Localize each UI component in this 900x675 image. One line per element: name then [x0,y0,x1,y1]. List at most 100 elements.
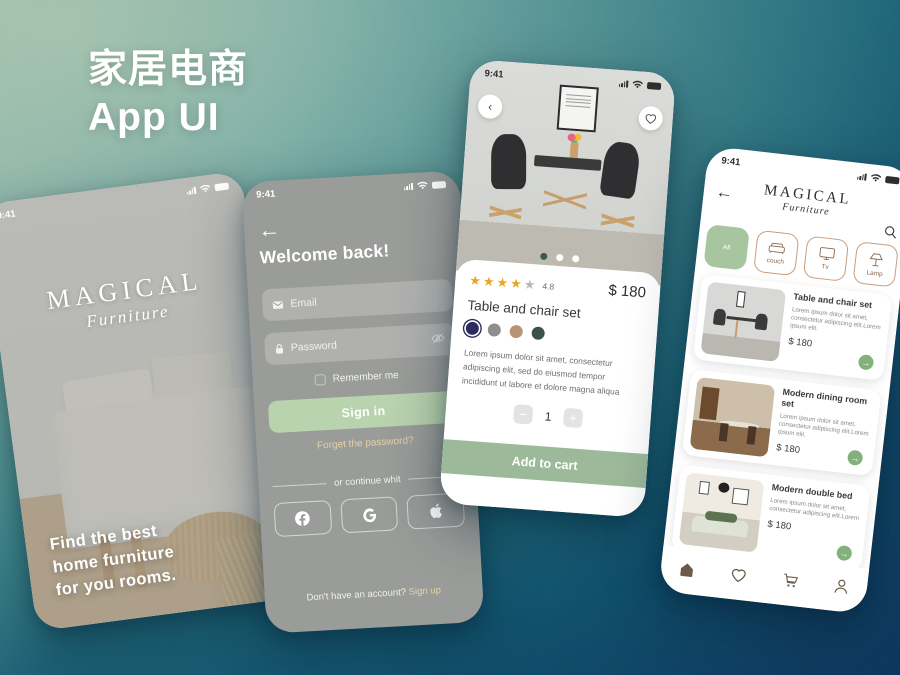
product-price: $ 180 [766,518,792,533]
brand-logo: MAGICAL Furniture [702,176,900,227]
product-info: Modern double bed Lorem ipsum dolor sit … [756,481,863,564]
product-info: Modern dining room set Lorem ipsum dolor… [767,386,874,469]
battery-icon [214,181,230,191]
chair-right [599,140,642,200]
status-bar-time: 9:41 [484,67,504,80]
arrow-right-icon[interactable]: → [857,354,875,371]
carousel-dot-2[interactable] [556,253,564,262]
star-4-icon: ★ [509,275,523,291]
chair-right-legs [599,192,637,250]
category-chip-tv[interactable]: Tv [802,235,850,282]
remember-me-checkbox[interactable] [314,374,326,386]
couch-icon [768,242,785,254]
status-bar-icons [186,181,230,195]
back-arrow-icon[interactable]: ← [258,216,281,242]
password-placeholder: Password [290,339,338,354]
rating-stars: ★ ★ ★ ★ ★ 4.8 [469,272,555,294]
arrow-right-icon[interactable]: → [846,449,864,467]
vase-decor [569,142,579,159]
remember-me-row[interactable]: Remember me [314,370,399,386]
divider-line-left [272,483,327,488]
swatch-tan[interactable] [509,324,524,339]
sign-up-link[interactable]: Sign up [408,585,441,598]
table-legs [541,166,589,234]
lamp-icon [869,252,883,266]
email-field[interactable]: Email [261,278,454,322]
nav-home-icon[interactable] [678,561,696,582]
divider-or-continue: or continue whit [272,471,463,493]
category-label-all: All [722,243,731,252]
product-desc: Lorem ipsum dolor sit amet, consectetur … [777,412,869,439]
swatch-dark-green[interactable] [531,326,546,341]
arrow-right-icon[interactable]: → [835,544,853,562]
apple-icon [430,503,442,519]
sign-in-button[interactable]: Sign in [267,390,460,434]
list-item[interactable]: Modern dining room set Lorem ipsum dolor… [681,369,882,477]
nav-cart-icon[interactable] [781,572,799,594]
nav-favorites-icon[interactable] [729,566,747,587]
category-chip-all[interactable]: All [703,224,750,271]
list-item[interactable]: Table and chair set Lorem ipsum dolor si… [692,273,893,381]
quantity-increment-button[interactable]: + [562,407,584,429]
wifi-icon [632,80,643,88]
category-chip-lamp[interactable]: Lamp [852,241,899,288]
envelope-icon [272,300,284,309]
password-field[interactable]: Password [264,322,456,366]
facebook-icon [295,511,311,526]
page-title: 家居电商 App UI [88,48,249,139]
product-price: $ 180 [607,281,647,302]
chair-left [490,134,526,190]
product-info: Table and chair set Lorem ipsum dolor si… [778,290,885,373]
star-1-icon: ★ [468,272,482,288]
quantity-value: 1 [544,408,552,424]
product-description: Lorem ipsum dolor sit amet, consectetur … [461,347,620,397]
swatch-gray[interactable] [487,323,502,337]
carousel-dot-3[interactable] [571,255,580,263]
quantity-decrement-button[interactable]: − [513,404,534,425]
product-thumbnail [700,281,787,362]
status-bar-icons [618,78,662,90]
star-3-icon: ★ [496,274,509,290]
google-login-button[interactable] [340,496,399,534]
product-screen: 9:41 ‹ ★ ★ ★ ★ ★ 4.8 $ 180 Table and cha… [438,59,677,518]
facebook-login-button[interactable] [273,499,332,538]
search-icon[interactable] [882,224,898,242]
chair-left-legs [487,183,524,242]
status-bar-icons [403,180,447,191]
carousel-dot-1[interactable] [540,252,548,261]
nav-profile-icon[interactable] [833,578,850,600]
wifi-icon [199,184,211,192]
signup-footer-text: Don't have an account? [306,586,407,604]
social-login-row [273,492,466,538]
status-bar-time: 9:41 [0,208,17,222]
category-label-couch: couch [766,256,785,266]
phone-mockup-product: 9:41 ‹ ★ ★ ★ ★ ★ 4.8 $ 180 Table and cha… [438,59,677,518]
category-label-lamp: Lamp [866,268,884,278]
email-placeholder: Email [290,296,317,310]
product-name: Table and chair set [467,297,582,321]
product-thumbnail [678,472,765,553]
signal-icon [403,182,414,191]
category-label-tv: Tv [821,263,830,272]
quantity-stepper[interactable]: − 1 + [459,400,637,432]
color-swatches[interactable] [465,321,642,347]
battery-icon [646,81,662,90]
product-list: Table and chair set Lorem ipsum dolor si… [671,273,893,572]
star-5-icon: ★ [523,276,537,292]
battery-icon [431,180,447,189]
product-desc: Lorem ipsum dolor sit amet, consectetur … [789,306,882,333]
product-thumbnail [689,376,776,458]
star-2-icon: ★ [482,273,496,289]
poster-canvas: 家居电商 App UI 9:41 MAGICAL Furniture Find … [0,0,900,675]
google-icon [362,507,376,522]
signal-icon [618,79,629,88]
remember-me-label: Remember me [332,369,400,385]
login-title: Welcome back! [259,240,390,268]
status-bar-time: 9:41 [255,188,276,201]
category-chip-couch[interactable]: couch [753,229,800,277]
eye-off-icon[interactable] [431,332,445,347]
swatch-dark-navy[interactable] [465,321,480,336]
signal-icon [186,186,197,195]
rating-value: 4.8 [542,280,555,292]
tv-icon [818,247,835,261]
